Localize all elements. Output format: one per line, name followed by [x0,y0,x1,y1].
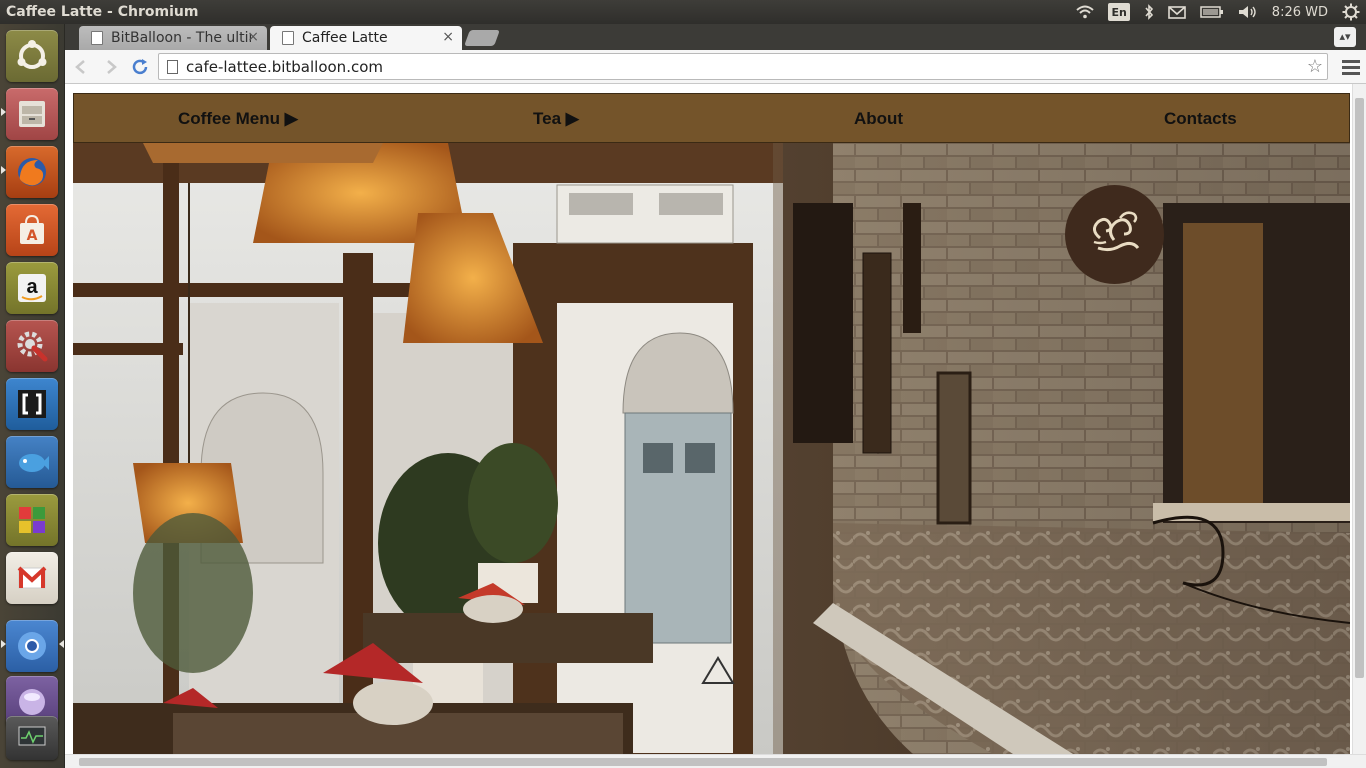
star-icon[interactable]: ☆ [1307,56,1323,77]
battery-icon[interactable] [1200,3,1224,21]
url-text[interactable]: cafe-lattee.bitballoon.com [186,58,383,76]
scrollbar-thumb[interactable] [1355,98,1364,678]
hamburger-menu-icon[interactable] [1342,56,1360,78]
forward-button[interactable] [99,55,123,79]
gmail-icon [17,566,47,589]
hero-image [73,143,1350,754]
chromium-icon [18,632,46,660]
window-menu-button[interactable]: ▴▾ [1334,27,1356,47]
bluetooth-icon[interactable] [1144,3,1154,21]
page-icon [91,31,103,45]
firefox-launcher[interactable] [6,146,58,198]
system-monitor-launcher[interactable] [6,716,58,760]
website: Coffee Menu ▶ Tea ▶ About Contacts [73,93,1350,754]
brackets-launcher[interactable] [6,378,58,430]
page-icon [167,59,178,74]
arrow-right-icon [107,60,117,74]
software-center-launcher[interactable]: A [6,204,58,256]
nav-coffee-menu[interactable]: Coffee Menu ▶ [178,109,298,129]
unity-launcher: A a [0,24,65,768]
mail-icon[interactable] [1167,3,1186,21]
running-indicator [1,640,6,648]
wrench-gear-icon [17,331,48,362]
colored-squares-launcher[interactable] [6,494,58,546]
site-nav: Coffee Menu ▶ Tea ▶ About Contacts [73,93,1350,143]
keyboard-layout-icon[interactable]: En [1108,3,1130,21]
fish-icon [19,454,49,472]
brackets-icon [18,390,46,418]
running-indicator [1,166,6,174]
bluefish-launcher[interactable] [6,436,58,488]
svg-text:A: A [27,228,38,244]
svg-text:a: a [26,276,38,298]
nav-contacts[interactable]: Contacts [1164,109,1237,129]
amazon-icon: a [18,274,46,302]
close-icon[interactable]: × [442,29,454,45]
files-launcher[interactable] [6,88,58,140]
tab-caffee-latte[interactable]: Caffee Latte × [270,26,462,50]
firefox-icon [18,158,46,186]
shopping-bag-icon: A [20,214,44,244]
new-tab-button[interactable] [464,30,500,46]
focused-indicator [59,640,64,648]
indicator-area: En 8:26 WD [1076,0,1360,24]
tab-bitballoon[interactable]: BitBalloon - The ultimate hosting for mo… [79,26,267,50]
ubuntu-logo-icon [17,40,47,69]
page-viewport: Coffee Menu ▶ Tea ▶ About Contacts [65,84,1366,768]
tab-title: BitBalloon - The ultimate hosting for mo… [111,30,251,46]
tab-strip: BitBalloon - The ultimate hosting for mo… [65,24,1366,50]
running-indicator [1,108,6,116]
amazon-launcher[interactable]: a [6,262,58,314]
file-cabinet-icon [19,101,45,127]
top-panel: Caffee Latte - Chromium En 8:26 WD [0,0,1366,24]
nav-tea[interactable]: Tea ▶ [533,109,579,129]
swirl-logo-icon [1092,210,1139,251]
browser-window: BitBalloon - The ultimate hosting for mo… [65,24,1366,768]
nav-about[interactable]: About [854,109,903,129]
address-bar[interactable]: cafe-lattee.bitballoon.com ☆ [158,53,1328,80]
reload-icon [132,59,148,75]
horizontal-scrollbar[interactable] [65,754,1366,768]
cafe-logo[interactable] [1065,185,1164,284]
close-icon[interactable]: × [247,29,259,45]
back-button[interactable] [69,55,93,79]
gmail-launcher[interactable] [6,552,58,604]
scrollbar-thumb[interactable] [79,758,1327,766]
system-settings-launcher[interactable] [6,320,58,372]
clock[interactable]: 8:26 WD [1272,3,1328,21]
gear-icon[interactable] [1342,3,1360,21]
window-title: Caffee Latte - Chromium [6,4,199,20]
volume-icon[interactable] [1238,3,1258,21]
reload-button[interactable] [128,55,152,79]
page-icon [282,31,294,45]
four-squares-icon [19,507,45,533]
monitor-icon [18,726,46,746]
arrow-left-icon [75,60,85,74]
chromium-launcher[interactable] [6,620,58,672]
browser-toolbar: cafe-lattee.bitballoon.com ☆ [65,50,1366,84]
tab-title: Caffee Latte [302,30,388,46]
wifi-icon[interactable] [1076,3,1095,21]
ubuntu-dash-button[interactable] [6,30,58,82]
vertical-scrollbar[interactable] [1352,84,1366,754]
